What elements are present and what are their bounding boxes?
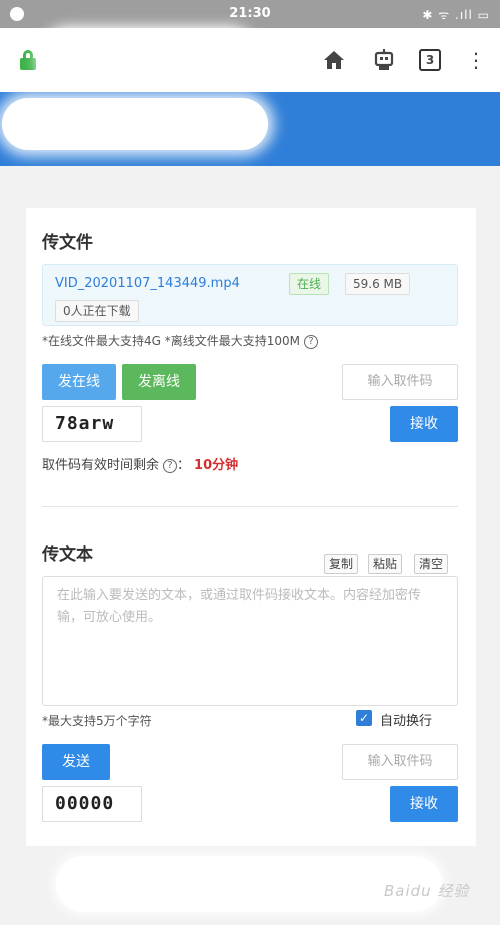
site-logo <box>2 98 268 150</box>
section-divider <box>42 506 458 507</box>
home-icon[interactable] <box>320 46 348 74</box>
address-bar[interactable] <box>44 34 254 86</box>
copy-button[interactable]: 复制 <box>324 554 359 574</box>
lock-icon <box>20 50 36 70</box>
file-name[interactable]: VID_20201107_143449.mp4 <box>55 276 240 291</box>
file-item: VID_20201107_143449.mp4 在线 59.6 MB 0人正在下… <box>42 264 458 326</box>
upload-section-title: 传文件 <box>42 233 93 253</box>
code-validity: 取件码有效时间剩余?： 10分钟 <box>42 458 239 473</box>
browser-toolbar: 3 ⋮ <box>0 28 500 92</box>
text-input-area[interactable]: 在此输入要发送的文本，或通过取件码接收文本。内容经加密传输，可放心使用。 <box>42 576 458 706</box>
validity-label: 取件码有效时间剩余 <box>42 458 160 473</box>
send-online-button[interactable]: 发在线 <box>42 364 116 400</box>
receive-file-button[interactable]: 接收 <box>390 406 458 442</box>
online-badge: 在线 <box>289 273 330 295</box>
receive-text-button[interactable]: 接收 <box>390 786 458 822</box>
watermark-logo: Baidu 经验 <box>384 882 470 900</box>
clear-button[interactable]: 清空 <box>414 554 449 574</box>
text-section-title: 传文本 <box>42 545 93 565</box>
send-offline-button[interactable]: 发离线 <box>122 364 196 400</box>
status-bar: 21:30 ✱ ᯤ .ıll ▭ <box>0 0 500 28</box>
site-header <box>0 92 500 166</box>
file-size-badge: 59.6 MB <box>345 273 411 295</box>
status-icons: ✱ ᯤ .ıll ▭ <box>422 8 490 22</box>
paste-button[interactable]: 粘贴 <box>368 554 403 574</box>
auto-wrap-label[interactable]: 自动换行 <box>380 710 432 729</box>
max-chars-note: *最大支持5万个字符 <box>42 714 152 728</box>
pickup-code-display: 78arw <box>42 406 142 442</box>
text-pickup-code-input[interactable]: 输入取件码 <box>342 744 458 780</box>
download-count-badge: 0人正在下载 <box>55 300 139 322</box>
tabs-button[interactable]: 3 <box>416 46 444 74</box>
text-pickup-code-display: 00000 <box>42 786 142 822</box>
file-limits-text: *在线文件最大支持4G *离线文件最大支持100M <box>42 334 301 348</box>
tab-count: 3 <box>419 49 441 71</box>
send-text-button[interactable]: 发送 <box>42 744 110 780</box>
menu-icon[interactable]: ⋮ <box>462 46 490 74</box>
help-icon[interactable]: ? <box>304 334 319 349</box>
file-limits-note: *在线文件最大支持4G *离线文件最大支持100M? <box>42 332 319 349</box>
validity-time: 10分钟 <box>194 458 239 473</box>
main-card: 传文件 VID_20201107_143449.mp4 在线 59.6 MB 0… <box>26 208 476 846</box>
pickup-code-input[interactable]: 输入取件码 <box>342 364 458 400</box>
validity-help-icon[interactable]: ? <box>163 458 178 473</box>
auto-wrap-checkbox[interactable]: ✓ <box>356 710 372 726</box>
robot-icon[interactable] <box>370 46 398 74</box>
